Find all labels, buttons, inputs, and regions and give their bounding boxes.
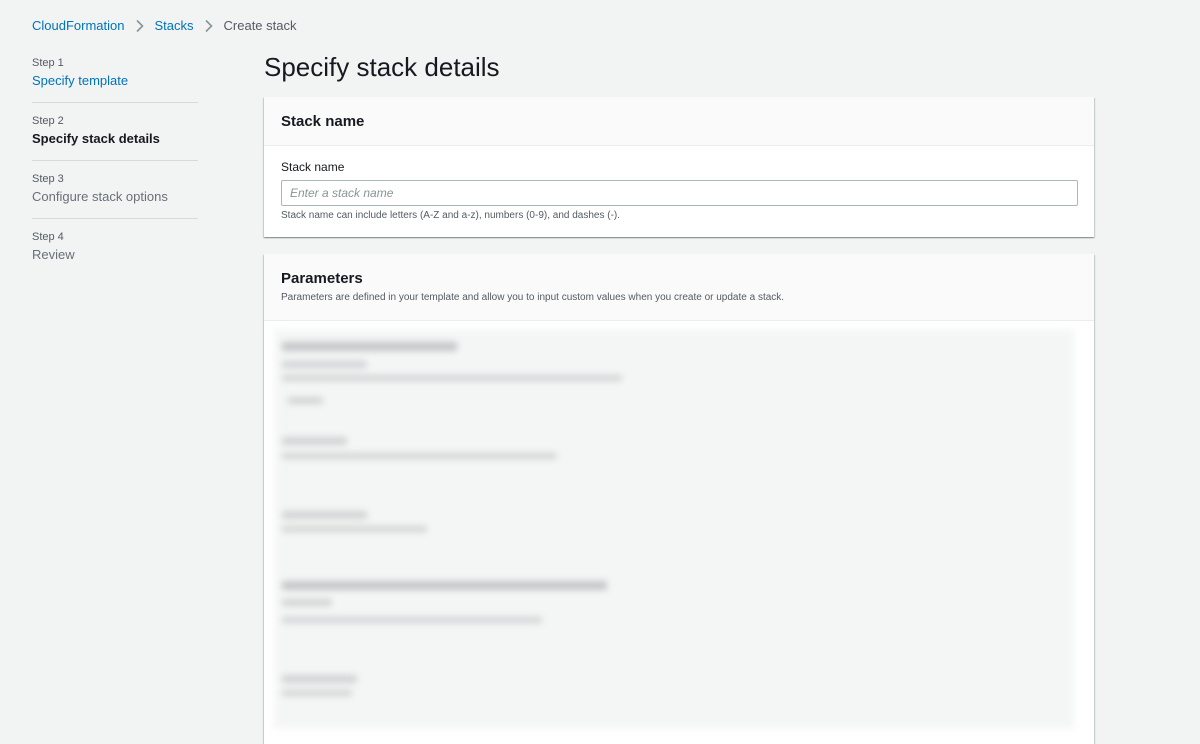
step-link-specify-template[interactable]: Specify template xyxy=(32,72,198,90)
wizard-step-2: Step 2 Specify stack details xyxy=(32,113,198,161)
step-label-specify-stack-details: Specify stack details xyxy=(32,131,160,146)
stack-name-label: Stack name xyxy=(281,160,345,174)
stack-name-hint: Stack name can include letters (A-Z and … xyxy=(281,210,621,221)
breadcrumb-create-stack: Create stack xyxy=(223,18,297,33)
parameters-blurred-content xyxy=(274,329,1084,744)
page-title: Specify stack details xyxy=(264,52,500,82)
wizard-step-4: Step 4 Review xyxy=(32,229,198,276)
chevron-right-icon xyxy=(199,17,219,35)
stack-name-panel-title: Stack name xyxy=(281,113,365,130)
wizard-step-3: Step 3 Configure stack options xyxy=(32,171,198,219)
parameters-panel-title: Parameters xyxy=(281,270,363,287)
chevron-right-icon xyxy=(130,17,150,35)
stack-name-panel-header: Stack name xyxy=(264,97,1094,146)
step-label-configure-stack-options: Configure stack options xyxy=(32,189,168,204)
wizard-step-1: Step 1 Specify template xyxy=(32,55,198,103)
parameters-panel-header: Parameters Parameters are defined in you… xyxy=(264,254,1094,321)
stack-name-panel: Stack name Stack name Stack name can inc… xyxy=(264,97,1094,237)
breadcrumb: CloudFormation Stacks Create stack xyxy=(32,17,297,35)
step-label-review: Review xyxy=(32,247,75,262)
step-number: Step 4 xyxy=(32,231,64,243)
stack-name-input[interactable] xyxy=(281,180,1078,206)
parameters-panel: Parameters Parameters are defined in you… xyxy=(264,254,1094,744)
step-number: Step 1 xyxy=(32,57,64,69)
breadcrumb-stacks[interactable]: Stacks xyxy=(155,17,194,35)
stack-name-panel-body: Stack name Stack name can include letter… xyxy=(264,146,1094,223)
step-number: Step 3 xyxy=(32,173,64,185)
breadcrumb-cloudformation[interactable]: CloudFormation xyxy=(32,17,125,35)
step-number: Step 2 xyxy=(32,115,64,127)
wizard-steps: Step 1 Specify template Step 2 Specify s… xyxy=(32,55,198,286)
parameters-panel-description: Parameters are defined in your template … xyxy=(281,292,785,303)
